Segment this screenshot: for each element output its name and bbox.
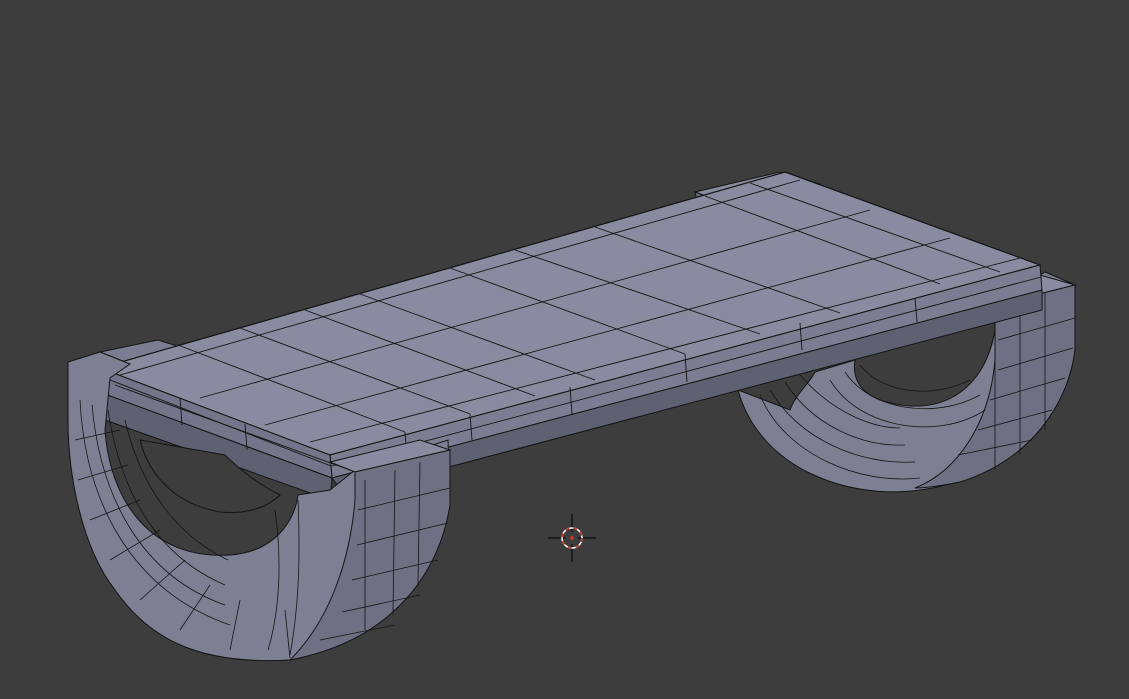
3d-viewport[interactable] [0,0,1129,699]
viewport-canvas[interactable] [0,0,1129,699]
